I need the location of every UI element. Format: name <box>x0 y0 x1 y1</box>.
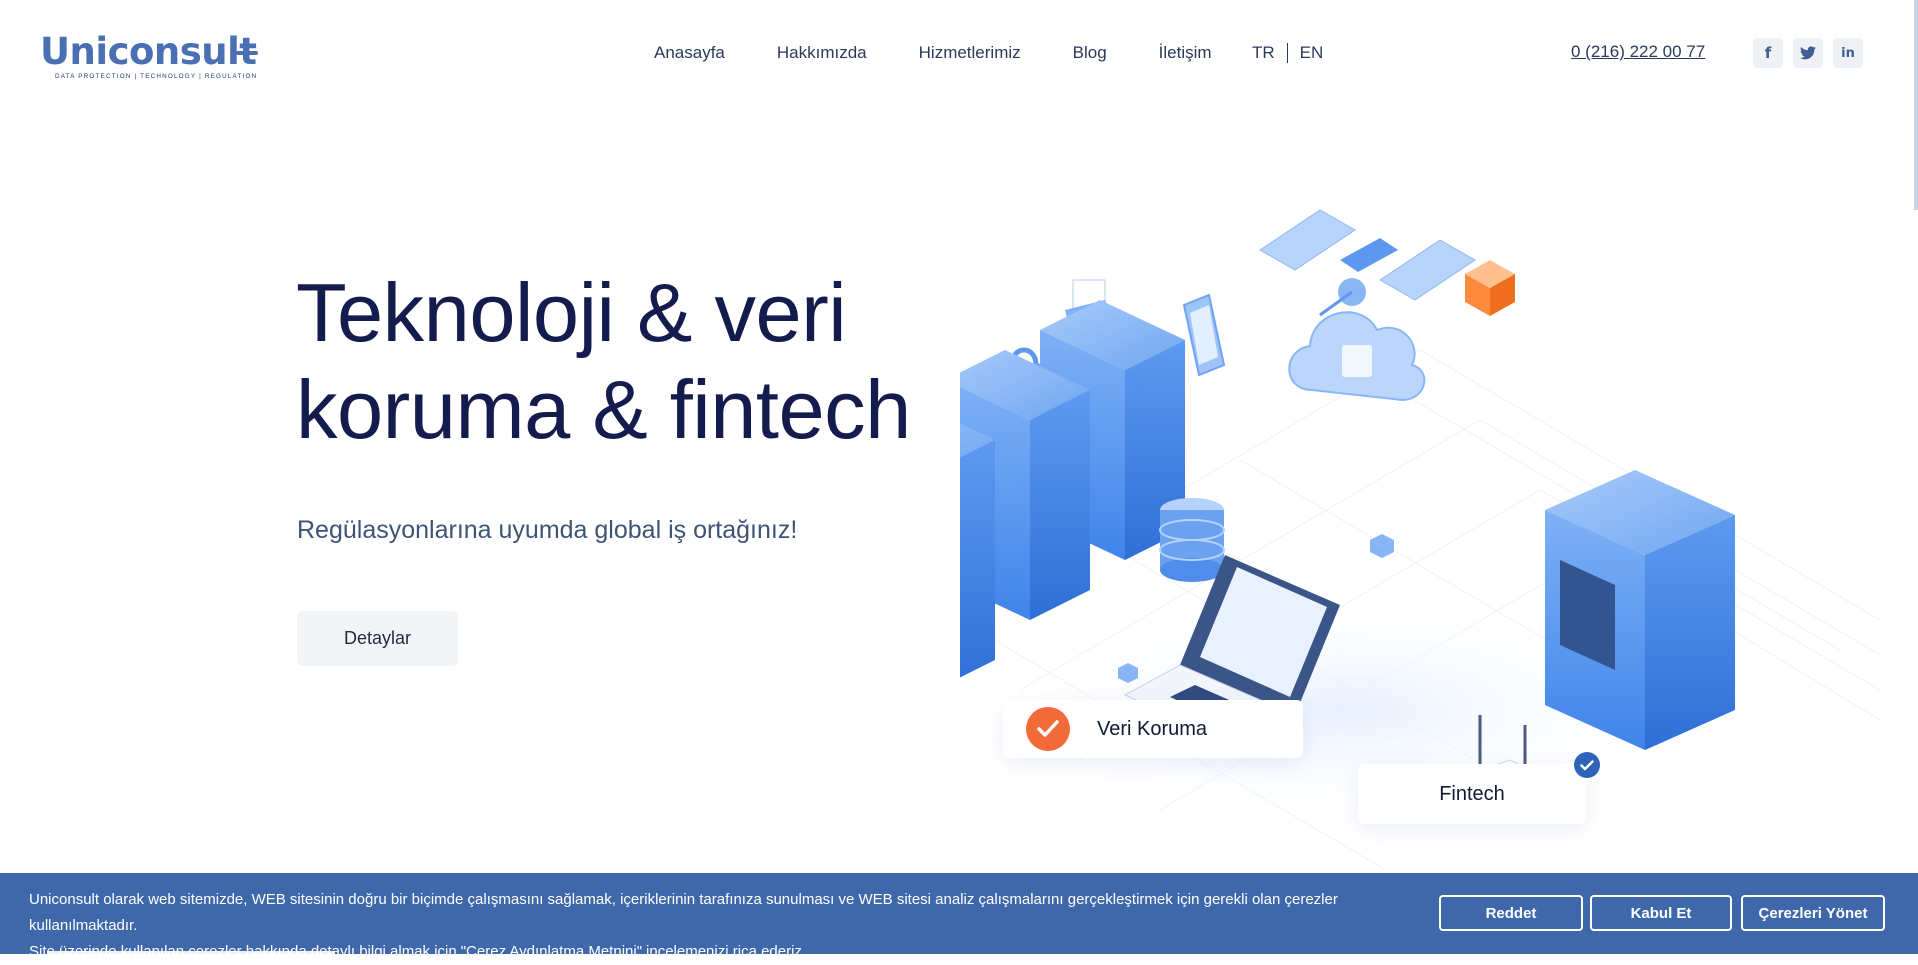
brand-logo-text: Uniconsult <box>40 30 270 74</box>
twitter-button[interactable] <box>1793 38 1823 68</box>
site-header: Uniconsult DATA PROTECTION | TECHNOLOGY … <box>0 0 1918 110</box>
database-icon <box>1159 498 1225 582</box>
lang-tr-link[interactable]: TR <box>1252 43 1275 63</box>
data-protection-label: Veri Koruma <box>1097 717 1208 740</box>
brand-logo[interactable]: Uniconsult DATA PROTECTION | TECHNOLOGY … <box>40 30 270 86</box>
fintech-badge: Fintech <box>1358 764 1586 824</box>
facebook-icon: f <box>1764 44 1772 62</box>
linkedin-button[interactable]: in <box>1833 38 1863 68</box>
linkedin-icon: in <box>1841 45 1855 61</box>
satellite-icon <box>1259 209 1476 317</box>
phone-device-icon <box>1182 293 1226 377</box>
page-scrollbar[interactable] <box>1914 0 1918 210</box>
hero-title: Teknoloji & veri koruma & fintech <box>296 264 936 458</box>
manage-cookies-button[interactable]: Çerezleri Yönet <box>1741 895 1885 931</box>
server-cabinet-icon <box>1545 470 1735 750</box>
cookie-text-line-1: Uniconsult olarak web sitemizde, WEB sit… <box>29 891 1338 934</box>
lang-en-link[interactable]: EN <box>1300 43 1324 63</box>
accept-cookies-button[interactable]: Kabul Et <box>1590 895 1732 931</box>
facebook-button[interactable]: f <box>1753 38 1783 68</box>
hero-title-line-2: koruma & fintech <box>296 363 911 456</box>
nav-item-hizmetlerimiz[interactable]: Hizmetlerimiz <box>919 42 1021 64</box>
cloud-icon <box>1288 311 1426 402</box>
blue-check-icon <box>1574 752 1600 778</box>
cookie-banner: Uniconsult olarak web sitemizde, WEB sit… <box>0 873 1918 960</box>
hero-title-line-1: Teknoloji & veri <box>296 266 847 359</box>
nav-item-anasayfa[interactable]: Anasayfa <box>654 42 725 64</box>
phone-link[interactable]: 0 (216) 222 00 77 <box>1571 42 1705 62</box>
hero-subtitle: Regülasyonlarına uyumda global iş ortağı… <box>297 516 798 544</box>
server-rack-1 <box>960 423 995 678</box>
nav-item-iletisim[interactable]: İletişim <box>1159 42 1212 64</box>
social-links: f in <box>1753 38 1873 68</box>
lang-divider <box>1286 43 1288 63</box>
cookie-text-line-2-end: incelemenizi rica ederiz. <box>646 943 807 960</box>
fintech-label: Fintech <box>1439 782 1505 805</box>
main-nav: Anasayfa Hakkımızda Hizmetlerimiz Blog İ… <box>654 42 1264 64</box>
nav-item-blog[interactable]: Blog <box>1073 42 1107 64</box>
twitter-icon <box>1800 46 1816 60</box>
datacenter-illustration <box>960 209 1880 870</box>
reject-cookies-button[interactable]: Reddet <box>1439 895 1583 931</box>
brand-tagline: DATA PROTECTION | TECHNOLOGY | REGULATIO… <box>55 73 258 80</box>
cookie-policy-link[interactable]: "Çerez Aydınlatma Metnini" <box>461 943 642 960</box>
data-protection-badge: Veri Koruma <box>1003 700 1303 758</box>
orange-cube <box>1465 260 1515 316</box>
nav-item-hakkimizda[interactable]: Hakkımızda <box>777 42 867 64</box>
language-switcher: TR EN <box>1252 42 1323 64</box>
details-button[interactable]: Detaylar <box>297 611 458 666</box>
orange-check-icon <box>1026 707 1070 751</box>
